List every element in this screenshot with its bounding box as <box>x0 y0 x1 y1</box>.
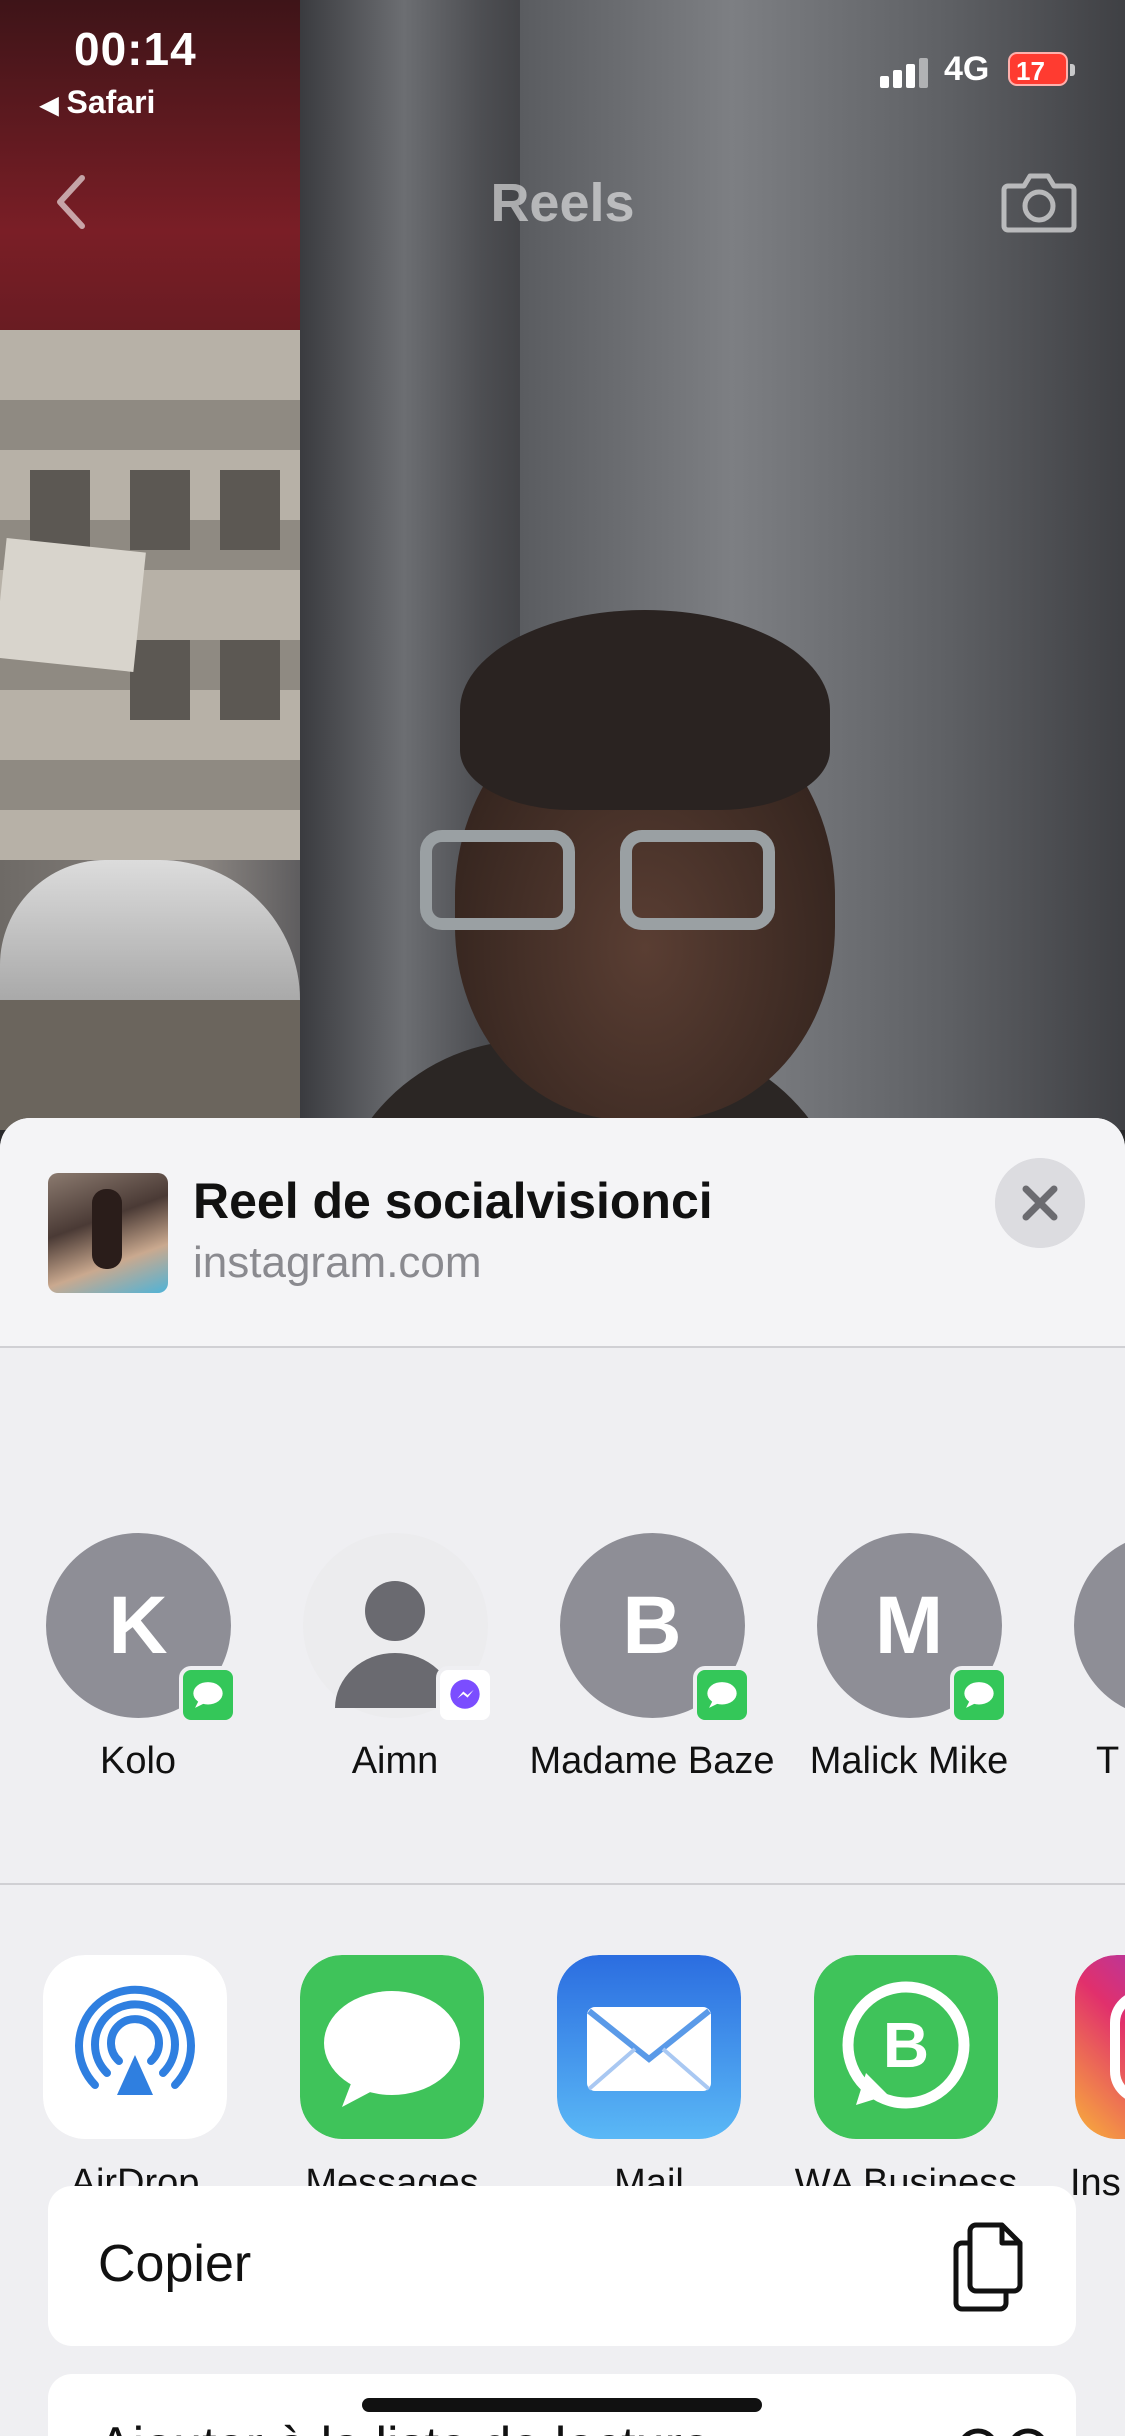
close-button[interactable] <box>995 1158 1085 1248</box>
messages-icon <box>949 1666 1008 1724</box>
camera-icon[interactable] <box>1000 166 1078 238</box>
share-title: Reel de socialvisionci <box>193 1173 713 1229</box>
app-instagram[interactable]: Ins <box>1050 1955 1125 2210</box>
reading-list-label: Ajouter à la liste de lecture <box>98 2416 711 2436</box>
contact-name: Madame Baze <box>529 1740 775 1782</box>
messages-icon <box>178 1666 237 1724</box>
back-triangle-icon: ◀ <box>40 92 59 119</box>
share-sheet: Reel de socialvisionci instagram.com K K… <box>0 1118 1125 2436</box>
contact-name: Kolo <box>99 1740 177 1782</box>
battery-icon: 17 <box>1008 52 1075 86</box>
whatsapp-business-icon: B <box>814 1955 998 2139</box>
status-bar: 00:14 ◀ Safari 4G 17 <box>0 0 1125 120</box>
avatar <box>1074 1533 1125 1718</box>
battery-level: 17 <box>1016 56 1045 86</box>
status-time: 00:14 <box>74 23 197 75</box>
svg-text:B: B <box>883 2009 929 2081</box>
messages-app-icon <box>300 1955 484 2139</box>
messages-icon <box>692 1666 751 1724</box>
app-messages[interactable]: Messages <box>262 1955 522 2210</box>
app-mail[interactable]: Mail <box>519 1955 779 2210</box>
back-app-label: Safari <box>66 84 156 120</box>
contact-name: T O <box>1096 1740 1119 1782</box>
home-indicator[interactable] <box>362 2398 762 2412</box>
avatar: B <box>559 1533 751 1724</box>
mail-icon <box>557 1955 741 2139</box>
network-type: 4G <box>944 50 990 88</box>
copy-label: Copier <box>98 2235 252 2293</box>
reel-thumbnail <box>48 1173 168 1293</box>
back-to-app-link[interactable]: ◀ Safari <box>40 84 155 121</box>
contact-partial[interactable]: T O <box>1036 1533 1125 1788</box>
app-airdrop[interactable]: AirDrop <box>5 1955 265 2210</box>
contact-kolo[interactable]: K Kolo <box>8 1533 268 1788</box>
messenger-icon <box>435 1666 494 1724</box>
avatar <box>302 1533 494 1724</box>
avatar: K <box>45 1533 237 1724</box>
avatar: M <box>816 1533 1008 1724</box>
copy-icon <box>953 2222 1023 2312</box>
reading-list-icon <box>962 2428 1044 2436</box>
page-title: Reels <box>490 173 635 233</box>
airdrop-icon <box>43 1955 227 2139</box>
cellular-signal-icon <box>880 58 932 88</box>
share-subtitle: instagram.com <box>193 1238 482 1287</box>
instagram-icon <box>1075 1955 1125 2139</box>
copy-action[interactable]: Copier <box>48 2186 1076 2346</box>
people-suggestions: K Kolo Aimn B Madame Baze M Malick Mike … <box>0 1348 1125 1885</box>
contact-name: Aimn <box>351 1740 439 1782</box>
contact-name: Malick Mike <box>809 1740 1009 1782</box>
share-sheet-header: Reel de socialvisionci instagram.com <box>0 1118 1125 1348</box>
contact-aimn[interactable]: Aimn <box>265 1533 525 1788</box>
contact-malick-mike[interactable]: M Malick Mike <box>779 1533 1039 1788</box>
contact-madame-baze[interactable]: B Madame Baze <box>522 1533 782 1788</box>
reel-video-frame <box>0 0 1125 1130</box>
app-wa-business[interactable]: B WA Business <box>776 1955 1036 2210</box>
